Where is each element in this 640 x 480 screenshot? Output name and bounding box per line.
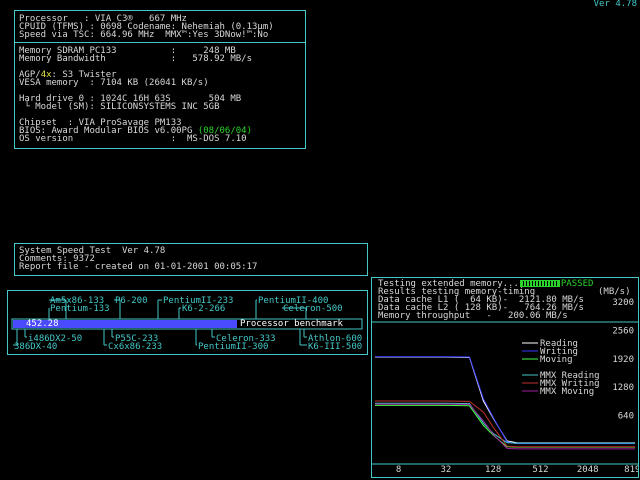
y-tick-label: 3200: [612, 298, 634, 308]
x-tick-label: 512: [532, 465, 548, 475]
series-line: [375, 400, 635, 448]
speed-line: Speed via TSC: 664.96 MHz MMX™:Yes 3DNow…: [19, 30, 269, 40]
benchmark-ref-label: Cx6x86-233: [108, 342, 162, 352]
benchmark-panel: Am5x86-133 P6-200 PentiumII-233 PentiumII-4…: [7, 290, 368, 355]
benchmark-ref-label: K6-III-500: [308, 342, 362, 352]
x-tick-label: 8: [396, 465, 401, 475]
series-line: [375, 356, 635, 444]
benchmark-ref-label: Pentium-133: [50, 304, 110, 314]
memory-timing-chart: 6401280192025603200 83212851220488192 Re…: [372, 298, 638, 475]
divider: [15, 42, 305, 43]
benchmark-ref-label: K6-2-266: [182, 304, 225, 314]
series-line: [375, 403, 635, 450]
benchmark-score: 452.28: [26, 319, 59, 329]
y-tick-label: 640: [618, 412, 634, 422]
vesa-line: VESA memory : 7104 KB (26041 KB/s): [19, 78, 209, 88]
y-tick-label: 1280: [612, 383, 634, 393]
y-tick-label: 1920: [612, 355, 634, 365]
x-tick-label: 8192: [624, 465, 638, 475]
os-line: OS version : MS-DOS 7.10: [19, 134, 247, 144]
x-tick-label: 2048: [577, 465, 599, 475]
series-line: [375, 356, 635, 445]
benchmark-label: Processor benchmark: [240, 319, 343, 329]
x-tick-label: 32: [440, 465, 451, 475]
version-label: Ver 4.78: [593, 0, 637, 9]
benchmark-ref-label: Celeron-500: [283, 304, 343, 314]
legend-label: Moving: [540, 355, 573, 365]
y-tick-label: 2560: [612, 326, 634, 336]
system-info-panel: Processor : VIA C3® 667 MHz CPUID (TFMS)…: [14, 10, 306, 149]
hard-drive-model-line: └ Model (SM): SILICONSYSTEMS INC 5GB: [19, 102, 220, 112]
report-line: Report file - created on 01-01-2001 00:0…: [19, 262, 258, 272]
speed-test-panel: System Speed Test Ver 4.78 Comments: 937…: [14, 243, 368, 276]
legend-label: MMX Moving: [540, 387, 594, 397]
benchmark-ref-label: 386DX-40: [14, 342, 57, 352]
x-tick-label: 128: [485, 465, 501, 475]
bandwidth-line: Memory Bandwidth : 578.92 MB/s: [19, 54, 252, 64]
memory-test-panel: Testing extended memory... PASSED Results…: [371, 277, 639, 478]
benchmark-ref-label: PentiumII-300: [198, 342, 268, 352]
